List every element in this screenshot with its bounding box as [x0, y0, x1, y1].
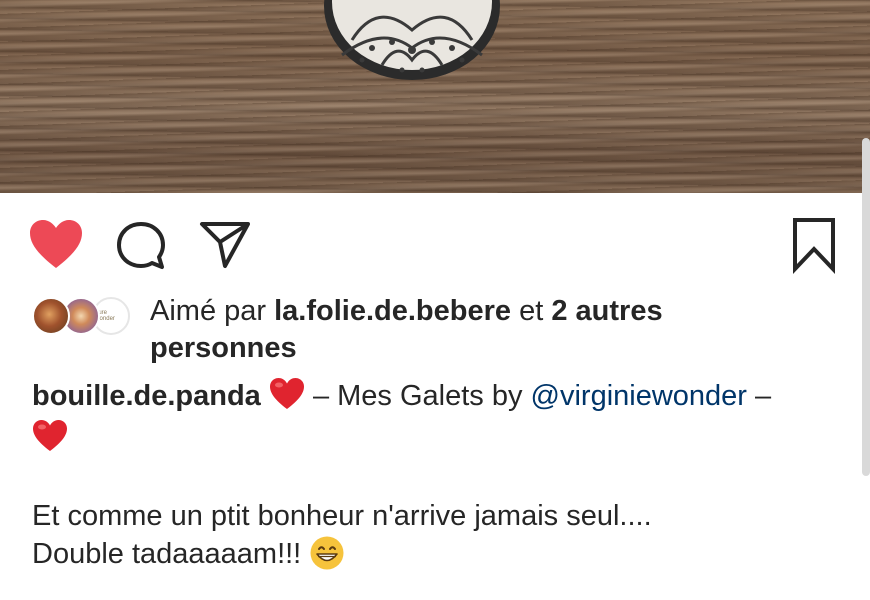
share-button[interactable]: [198, 218, 252, 270]
scrollbar[interactable]: [862, 138, 870, 476]
liked-by-connector: et: [519, 295, 544, 327]
caption-text: Double tadaaaaam!!!: [32, 538, 302, 570]
like-button[interactable]: [28, 218, 84, 270]
painted-stone-image: [324, 0, 500, 80]
heart-filled-icon: [30, 220, 82, 268]
liked-by-text: Aimé par la.folie.de.bebere et 2 autres …: [150, 293, 810, 367]
comment-bubble-icon: [117, 222, 165, 269]
caption-username[interactable]: bouille.de.panda: [32, 380, 261, 412]
grinning-emoji-icon: [310, 536, 344, 570]
comment-button[interactable]: [115, 220, 167, 272]
red-heart-emoji-icon: [33, 420, 67, 451]
liked-by-prefix: Aimé par: [150, 295, 267, 327]
post-image[interactable]: [0, 0, 870, 193]
post-action-bar: [0, 212, 870, 275]
paper-plane-icon: [200, 222, 250, 268]
avatar: [32, 297, 70, 335]
post-caption: bouille.de.panda – Mes Galets by @virgin…: [32, 377, 832, 573]
red-heart-emoji-icon: [269, 378, 304, 409]
likes-summary[interactable]: Cure Wonder Aimé par la.folie.de.bebere …: [32, 293, 832, 365]
bookmark-icon: [793, 218, 835, 275]
caption-text: – Mes Galets by: [312, 380, 531, 412]
liker-avatars[interactable]: Cure Wonder: [32, 297, 137, 339]
liked-by-username[interactable]: la.folie.de.bebere: [274, 295, 511, 327]
caption-text: Et comme un ptit bonheur n'arrive jamais…: [32, 500, 652, 532]
caption-text: –: [746, 380, 772, 412]
save-button[interactable]: [790, 216, 838, 275]
caption-mention-link[interactable]: @virginiewonder: [531, 380, 747, 412]
